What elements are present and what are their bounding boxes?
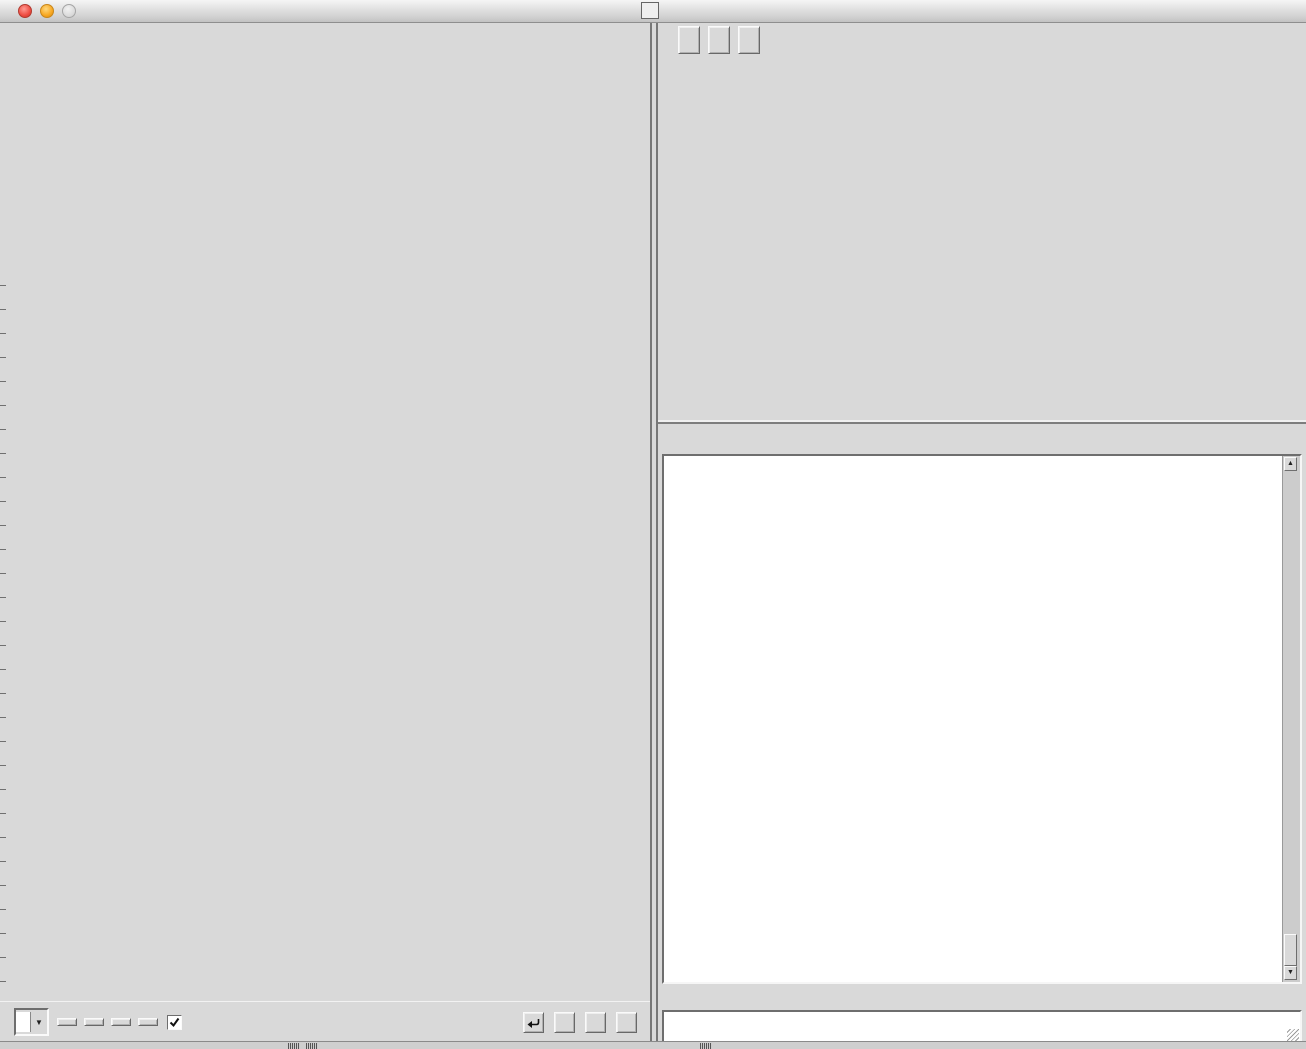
stick-button[interactable]	[708, 26, 730, 54]
add-button[interactable]	[738, 26, 760, 54]
command-input-box[interactable]	[662, 1010, 1302, 1044]
jump-to-now-button[interactable]	[523, 1012, 544, 1033]
settings-button[interactable]	[84, 1018, 104, 1026]
window-title	[0, 2, 1306, 19]
device-button[interactable]	[678, 26, 700, 54]
range-combobox[interactable]: ▼	[14, 1008, 49, 1036]
command-input-field[interactable]	[664, 1012, 1300, 1042]
x11-app-icon	[641, 2, 659, 19]
prep2-header	[666, 26, 768, 54]
return-arrow-icon	[527, 1015, 541, 1029]
scroll-left-button[interactable]	[554, 1012, 575, 1033]
show-all-button[interactable]	[111, 1018, 131, 1026]
live-mode-checkbox[interactable]	[167, 1015, 182, 1030]
range-value	[16, 1012, 30, 1032]
scroll-down-icon[interactable]: ▼	[1284, 966, 1297, 980]
live-mode-toggle[interactable]	[167, 1015, 188, 1030]
expand-range-button[interactable]	[616, 1012, 637, 1033]
chart-toolbar: ▼	[0, 1001, 650, 1042]
background-window-strip	[0, 1041, 1306, 1049]
prep2-pane: ▲ ▼	[658, 22, 1306, 1046]
check-icon	[168, 1016, 181, 1029]
resize-grip[interactable]	[1287, 1029, 1299, 1041]
history-textarea[interactable]: ▲ ▼	[662, 454, 1302, 984]
sea-prep2-window: { "window": { "title": "Sea prep2", "x11…	[0, 0, 1306, 1049]
scroll-right-button[interactable]	[585, 1012, 606, 1033]
horizontal-sash[interactable]	[658, 420, 1306, 424]
history-scrollbar[interactable]: ▲ ▼	[1282, 456, 1300, 982]
background-fragment	[306, 1043, 318, 1049]
scrollbar-thumb[interactable]	[1284, 934, 1297, 966]
background-fragment	[700, 1043, 712, 1049]
background-ruler-fragment	[0, 262, 6, 1032]
chevron-down-icon[interactable]: ▼	[30, 1012, 47, 1032]
export-button[interactable]	[138, 1018, 158, 1026]
background-fragment	[288, 1043, 300, 1049]
pane-divider[interactable]	[650, 22, 658, 1041]
window-titlebar[interactable]	[0, 0, 1306, 23]
ok-button[interactable]	[57, 1018, 77, 1026]
time-navigation-buttons	[520, 1012, 644, 1033]
scroll-up-icon[interactable]: ▲	[1284, 457, 1297, 471]
charts-pane: ▼	[0, 22, 650, 1041]
